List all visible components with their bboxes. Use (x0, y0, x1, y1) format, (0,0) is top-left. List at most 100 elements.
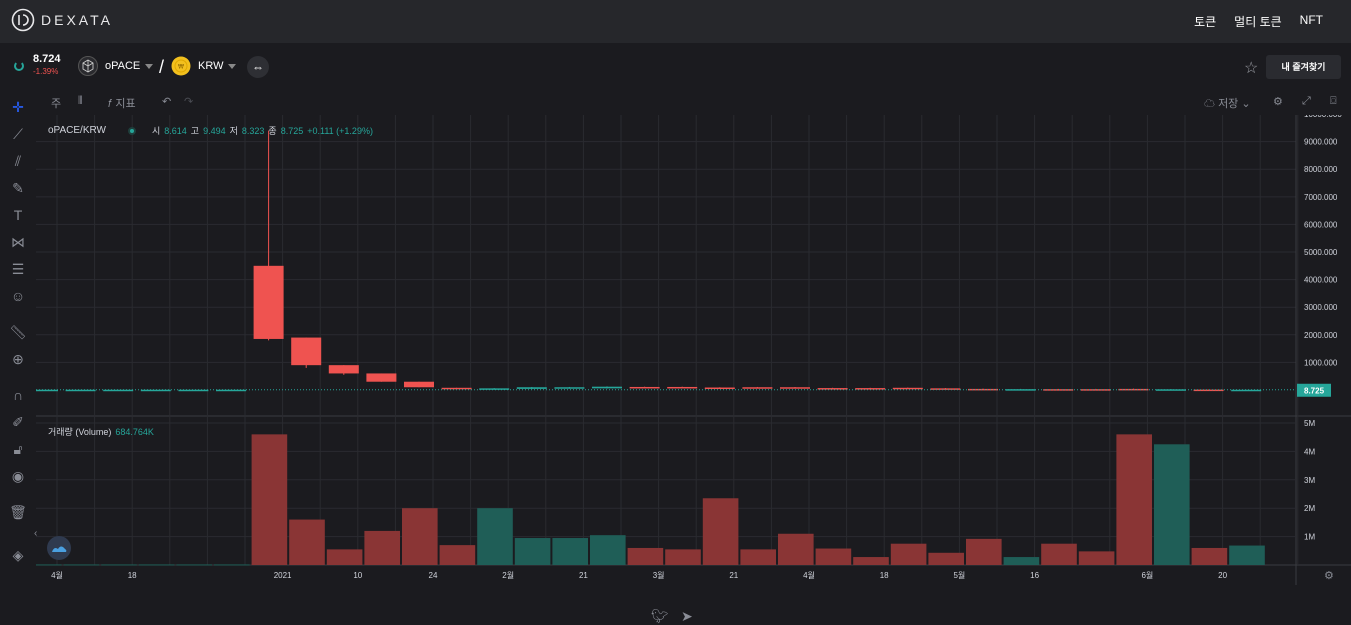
candle-body (253, 265, 284, 339)
volume-bar (1041, 543, 1077, 565)
time-axis-label: 20 (1218, 571, 1227, 580)
candle-style-icon[interactable]: ⫴ (78, 95, 83, 108)
volume-bar (853, 557, 889, 565)
fib-icon[interactable]: ⫽ (9, 152, 27, 170)
volume-legend: 거래량 (Volume) 684.764K (48, 425, 154, 438)
candle-body (516, 387, 547, 389)
volume-label: 거래량 (Volume) (48, 427, 112, 437)
zoom-in-icon[interactable]: ⊕ (9, 350, 27, 368)
volume-bar (251, 434, 288, 565)
candle-body (404, 381, 434, 388)
price-chart[interactable]: 10000.000 9000.000 8000.000 7000.000 6000.00… (36, 115, 1351, 585)
volume-axis-label: 4M (1304, 447, 1315, 456)
pair-separator: / (159, 57, 165, 77)
drawing-toolbar: ✛ ⟋ ⫽ ✎ T ⋈ ☰ ☺ 📏︎ ⊕ ∩ ✐ 🔓︎ ◉ 🗑︎ ◈ (0, 93, 36, 624)
magnet-icon[interactable]: ∩ (9, 386, 27, 404)
volume-bar (176, 564, 212, 566)
ruler-icon[interactable]: 📏︎ (9, 323, 27, 341)
emoji-icon[interactable]: ☺ (9, 287, 27, 305)
lock-icon[interactable]: 🔓︎ (9, 440, 27, 458)
brush-icon[interactable]: ✎ (9, 179, 27, 197)
volume-axis-label: 5M (1304, 419, 1315, 428)
chart-toolbar: 주 ⫴ 𝑓 지표 ↶ ↷ ☁ 저장 ⌄ ⚙ ⤢ ⌼ (36, 93, 1351, 115)
time-axis-label: 16 (1030, 571, 1039, 580)
price-axis-label: 1000.000 (1304, 358, 1338, 367)
fullscreen-icon[interactable]: ⤢ (1302, 95, 1311, 108)
dexata-logo[interactable]: DEXATA (11, 8, 113, 32)
time-axis-label: 21 (729, 571, 738, 580)
nav-link-token[interactable]: 토큰 (1194, 13, 1216, 30)
text-icon[interactable]: T (9, 206, 27, 224)
candle-body (554, 387, 585, 389)
star-icon[interactable]: ☆ (1244, 58, 1258, 78)
dexata-logo-icon (11, 8, 35, 32)
ohlc-legend: oPACE/KRW 시 8.614 고 9.494 저 8.323 종 8.725 +0… (48, 124, 373, 137)
price-axis-label: 10000.000 (1304, 115, 1342, 119)
favorites-button[interactable]: 내 즐겨찾기 (1266, 55, 1341, 79)
volume-bar (214, 564, 250, 566)
time-axis-label: 18 (880, 571, 889, 580)
volume-bar (702, 498, 739, 565)
telegram-icon[interactable]: ➤ (681, 608, 693, 625)
legend-close: 8.725 (280, 125, 304, 136)
base-token-selector[interactable]: oPACE (78, 56, 154, 76)
candle-body (103, 389, 134, 392)
crosshair-icon[interactable]: ✛ (9, 98, 27, 116)
price-axis-label: 9000.000 (1304, 138, 1338, 147)
candle-body (742, 387, 773, 389)
base-token-label: oPACE (105, 60, 141, 72)
volume-axis-label: 1M (1304, 533, 1315, 542)
layers-icon[interactable]: ◈ (9, 546, 27, 564)
volume-bar (1003, 557, 1040, 565)
candle-body (441, 387, 472, 390)
eye-icon[interactable]: ◉ (9, 467, 27, 485)
price-axis-label: 6000.000 (1304, 220, 1338, 229)
pattern-icon[interactable]: ⋈ (9, 233, 27, 251)
pair-bar: 8.724 -1.39% oPACE / ₩ KRW ⇔ ☆ 내 즐겨찾기 (0, 43, 1351, 93)
undo-icon[interactable]: ↶ (162, 95, 171, 108)
volume-bar (627, 547, 664, 565)
svg-text:₩: ₩ (178, 64, 184, 71)
save-button[interactable]: ☁ 저장 ⌄ (1204, 95, 1251, 111)
quote-token-selector[interactable]: ₩ KRW (171, 56, 237, 76)
time-axis-settings-icon[interactable]: ⚙ (1324, 569, 1334, 582)
indicators-button[interactable]: 𝑓 지표 (108, 95, 136, 111)
price-axis-label: 7000.000 (1304, 193, 1338, 202)
tradingview-logo-icon[interactable] (47, 536, 71, 560)
volume-value: 684.764K (115, 427, 154, 437)
function-icon: 𝑓 (108, 98, 112, 110)
legend-low-key: 저 (229, 126, 238, 136)
volume-bar (1229, 545, 1265, 565)
trash-icon[interactable]: 🗑︎ (9, 503, 27, 521)
time-axis-label: 3월 (653, 570, 665, 580)
nav-link-multi-token[interactable]: 멀티 토큰 (1234, 13, 1282, 30)
swap-pair-button[interactable]: ⇔ (247, 56, 269, 78)
volume-bar (890, 543, 927, 565)
twitter-icon[interactable]: 🐦︎ (651, 608, 669, 625)
lock-drawing-icon[interactable]: ✐ (9, 413, 27, 431)
time-axis-label: 24 (429, 571, 438, 580)
camera-icon[interactable]: ⌼ (1330, 95, 1337, 108)
time-axis-label: 4월 (51, 570, 63, 580)
price-axis-label: 8000.000 (1304, 165, 1338, 174)
volume-bar (1116, 434, 1152, 565)
prediction-icon[interactable]: ☰ (9, 260, 27, 278)
interval-selector[interactable]: 주 (51, 95, 61, 111)
volume-bar (138, 564, 175, 566)
save-label: 저장 (1218, 98, 1239, 110)
time-axis-label: 2월 (502, 570, 514, 580)
last-price-label: 8.725 (1304, 386, 1325, 395)
volume-bar (326, 549, 363, 565)
indicators-label: 지표 (115, 98, 136, 110)
trendline-icon[interactable]: ⟋ (9, 125, 27, 143)
price-axis-label: 4000.000 (1304, 276, 1338, 285)
time-axis-label: 10 (353, 571, 362, 580)
legend-pair: oPACE/KRW (48, 125, 106, 136)
settings-gear-icon[interactable]: ⚙ (1273, 95, 1283, 108)
redo-icon[interactable]: ↷ (184, 95, 193, 108)
nav-link-nft[interactable]: NFT (1300, 13, 1323, 30)
volume-bar (552, 538, 588, 565)
price-change: -1.39% (33, 67, 59, 76)
opace-token-icon (78, 56, 98, 76)
volume-bar (665, 549, 701, 565)
